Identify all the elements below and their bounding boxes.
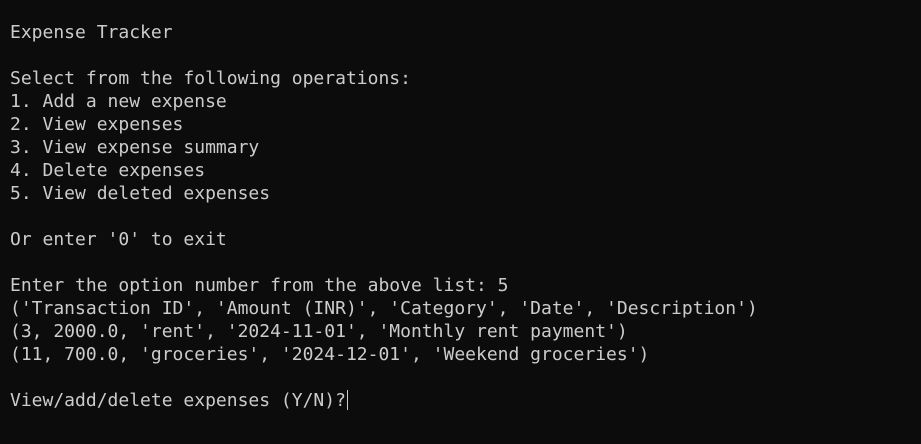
final-prompt-line[interactable]: View/add/delete expenses (Y/N)? <box>10 389 921 412</box>
app-title-line: Expense Tracker <box>10 22 173 43</box>
menu-option-4: 4. Delete expenses <box>10 160 206 181</box>
final-prompt-text: View/add/delete expenses (Y/N)? <box>10 390 346 411</box>
menu-option-3: 3. View expense summary <box>10 137 260 158</box>
exit-hint-line: Or enter '0' to exit <box>10 229 227 250</box>
output-row-1: (3, 2000.0, 'rent', '2024-11-01', 'Month… <box>10 321 628 342</box>
menu-option-5: 5. View deleted expenses <box>10 183 271 204</box>
menu-option-1: 1. Add a new expense <box>10 91 227 112</box>
menu-option-2: 2. View expenses <box>10 114 184 135</box>
output-header-line: ('Transaction ID', 'Amount (INR)', 'Cate… <box>10 298 758 319</box>
terminal-window[interactable]: Expense Tracker Select from the followin… <box>0 0 921 444</box>
menu-prompt-line: Select from the following operations: <box>10 68 411 89</box>
option-input-line: Enter the option number from the above l… <box>10 275 509 296</box>
output-row-2: (11, 700.0, 'groceries', '2024-12-01', '… <box>10 344 650 365</box>
text-cursor <box>346 390 348 410</box>
